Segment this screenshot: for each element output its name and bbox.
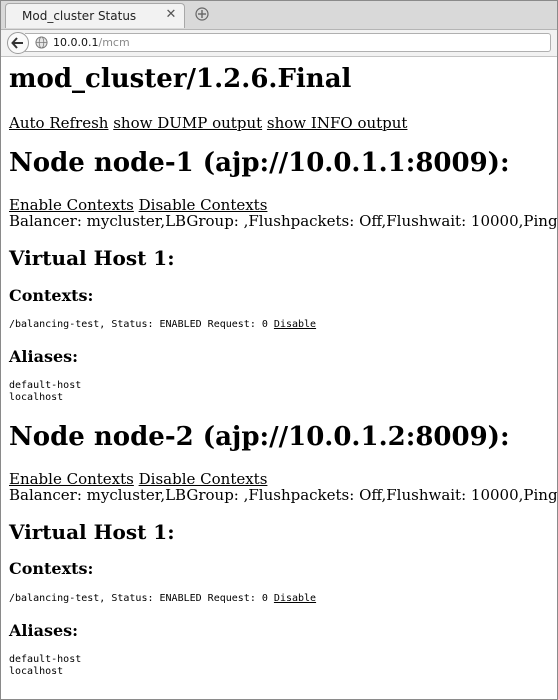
virtual-host-heading: Virtual Host 1: — [9, 246, 175, 270]
balancer-info: Balancer: mycluster,LBGroup: ,Flushpacke… — [9, 212, 558, 230]
url-path: /mcm — [98, 36, 130, 49]
browser-window: Mod_cluster Status ✕ 10.0.0.1/mcm mod_cl… — [0, 0, 558, 700]
context-status: /balancing-test, Status: ENABLED Request… — [9, 593, 268, 604]
new-tab-icon[interactable] — [193, 5, 211, 23]
close-icon[interactable]: ✕ — [164, 8, 178, 22]
context-entry: /balancing-test, Status: ENABLED Request… — [9, 319, 316, 331]
back-arrow-icon — [11, 37, 23, 49]
context-entry: /balancing-test, Status: ENABLED Request… — [9, 593, 316, 605]
contexts-heading: Contexts: — [9, 286, 94, 305]
alias-item: localhost — [9, 666, 64, 677]
auto-refresh-link[interactable]: Auto Refresh — [9, 114, 108, 132]
top-links: Auto Refresh show DUMP output show INFO … — [9, 114, 407, 132]
contexts-heading: Contexts: — [9, 559, 94, 578]
tab-title: Mod_cluster Status — [22, 9, 137, 23]
globe-icon — [35, 36, 48, 49]
balancer-info: Balancer: mycluster,LBGroup: ,Flushpacke… — [9, 486, 558, 504]
alias-item: default-host — [9, 654, 82, 665]
show-dump-link[interactable]: show DUMP output — [113, 114, 262, 132]
aliases-heading: Aliases: — [9, 621, 79, 640]
context-status: /balancing-test, Status: ENABLED Request… — [9, 319, 268, 330]
alias-item: default-host — [9, 380, 82, 391]
alias-item: localhost — [9, 392, 64, 403]
page-title: mod_cluster/1.2.6.Final — [9, 64, 352, 94]
context-disable-link[interactable]: Disable — [274, 593, 316, 604]
address-bar[interactable]: 10.0.0.1/mcm — [25, 33, 551, 52]
virtual-host-heading: Virtual Host 1: — [9, 520, 175, 544]
tab-strip: Mod_cluster Status ✕ — [1, 1, 557, 30]
context-disable-link[interactable]: Disable — [274, 319, 316, 330]
navigation-bar: 10.0.0.1/mcm — [1, 30, 557, 57]
url-host: 10.0.0.1 — [53, 36, 99, 49]
node-heading: Node node-2 (ajp://10.0.1.2:8009): — [9, 422, 510, 452]
back-button[interactable] — [7, 32, 29, 54]
show-info-link[interactable]: show INFO output — [267, 114, 408, 132]
node-heading: Node node-1 (ajp://10.0.1.1:8009): — [9, 148, 510, 178]
browser-tab[interactable]: Mod_cluster Status ✕ — [5, 3, 185, 28]
url-text[interactable]: 10.0.0.1/mcm — [53, 36, 130, 49]
aliases-heading: Aliases: — [9, 347, 79, 366]
